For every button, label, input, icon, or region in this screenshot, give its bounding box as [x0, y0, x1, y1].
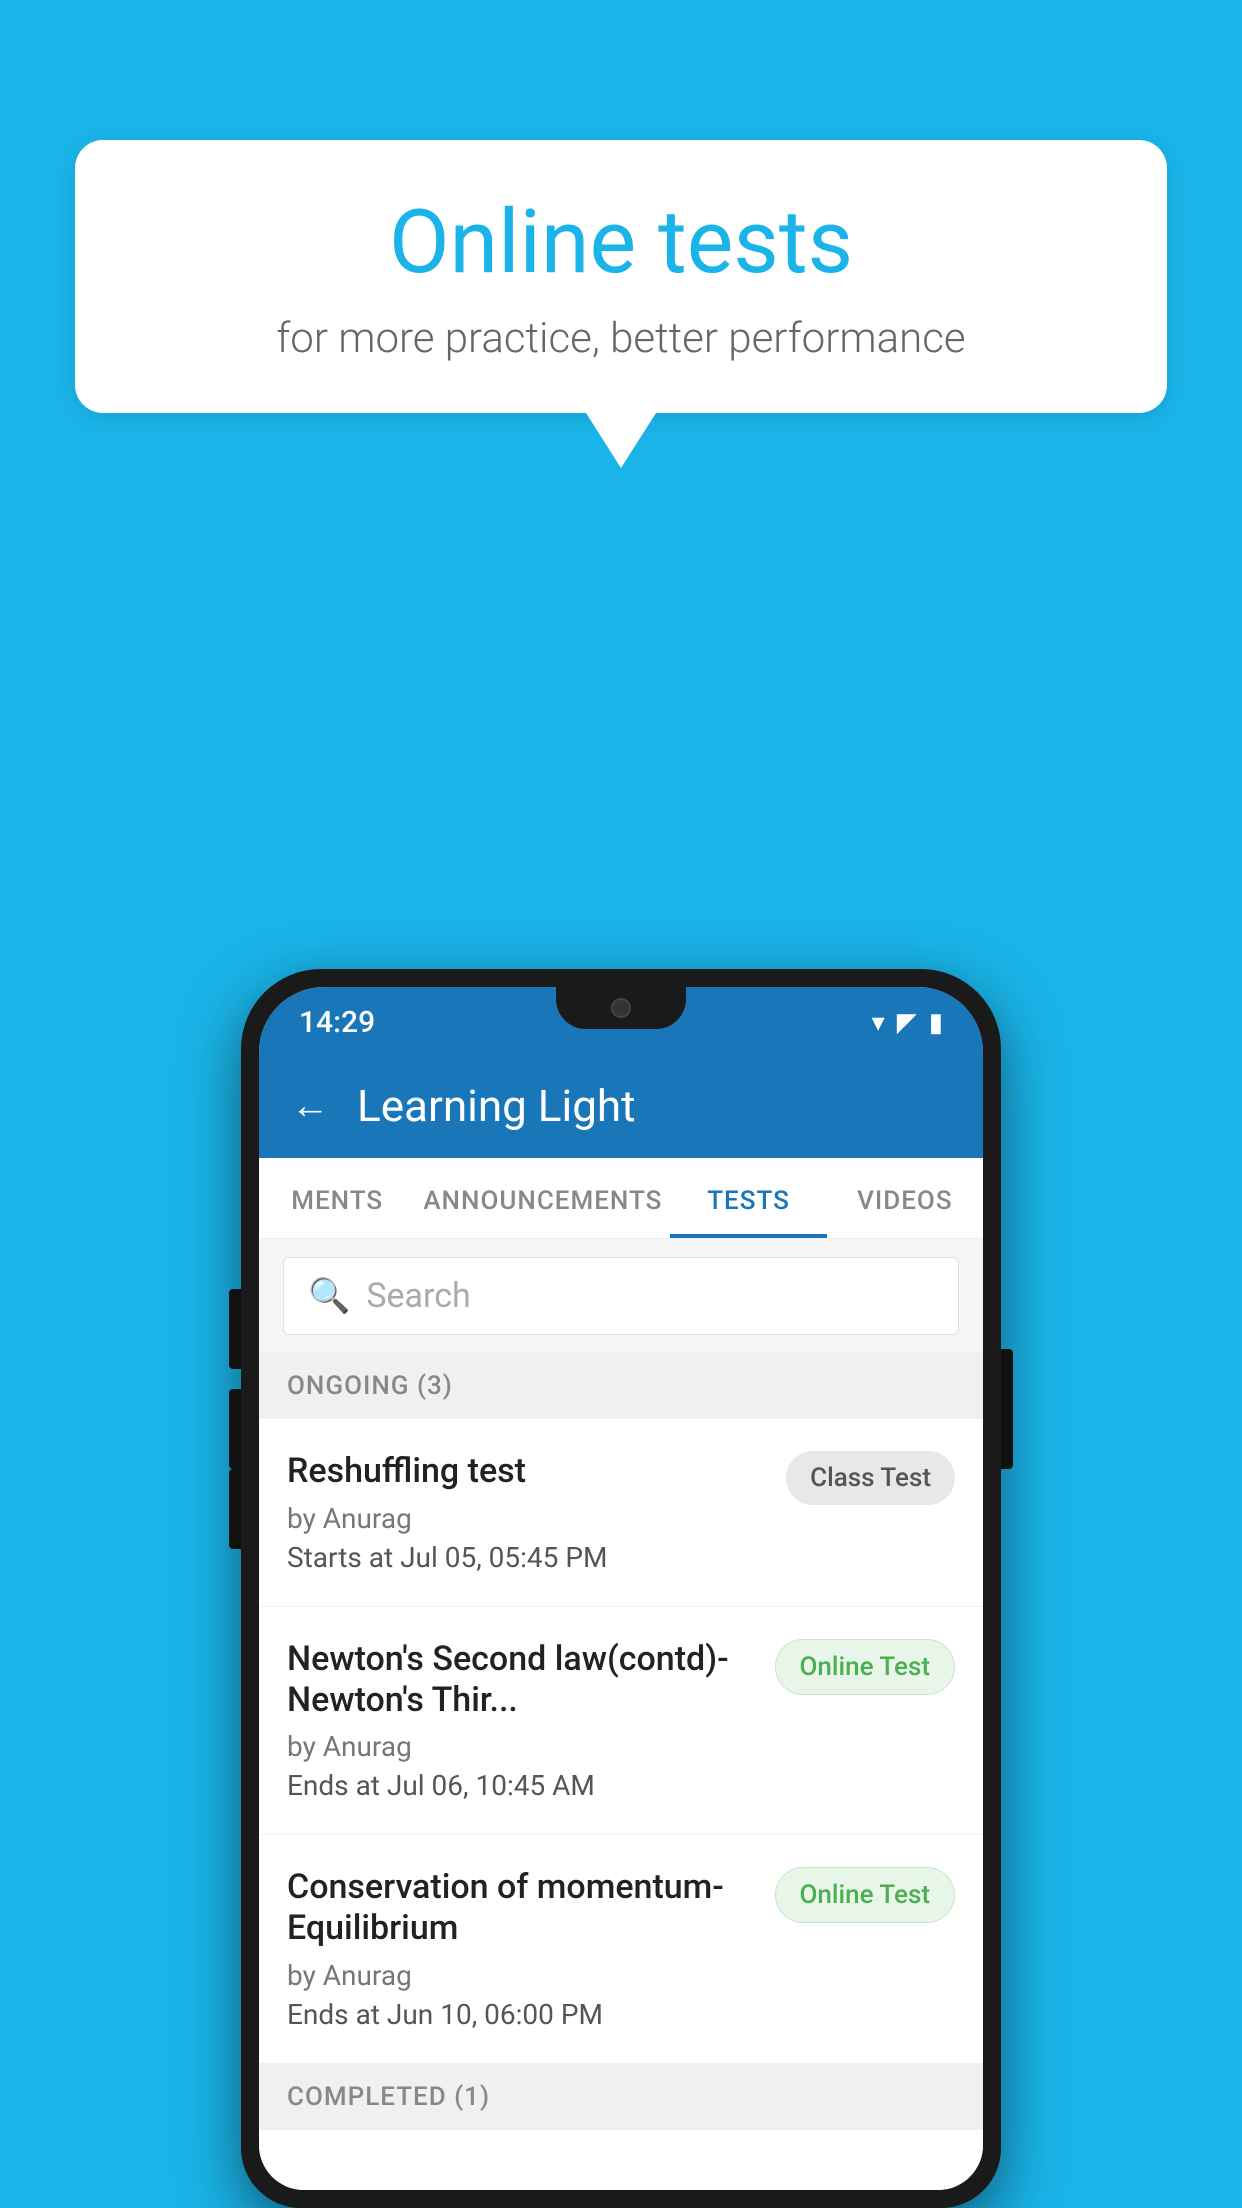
signal-icon: ◤ [897, 1008, 917, 1038]
test-info-2: Newton's Second law(contd)-Newton's Thir… [287, 1639, 775, 1803]
test-info-3: Conservation of momentum-Equilibrium by … [287, 1867, 775, 2031]
speech-bubble: Online tests for more practice, better p… [75, 140, 1167, 413]
badge-online-3: Online Test [775, 1867, 956, 1923]
test-name-2: Newton's Second law(contd)-Newton's Thir… [287, 1639, 755, 1721]
app-bar: ← Learning Light [259, 1054, 983, 1158]
test-author-1: by Anurag [287, 1502, 766, 1535]
completed-section-header: COMPLETED (1) [259, 2064, 983, 2130]
status-icons: ▾ ◤ ▮ [872, 1008, 943, 1038]
badge-online-2: Online Test [775, 1639, 956, 1695]
test-date-3: Ends at Jun 10, 06:00 PM [287, 1998, 755, 2031]
test-name-3: Conservation of momentum-Equilibrium [287, 1867, 755, 1949]
phone: 14:29 ▾ ◤ ▮ ← Learning Light MENTS ANNOU… [241, 969, 1001, 2208]
tab-tests[interactable]: TESTS [670, 1158, 826, 1238]
search-bar[interactable]: 🔍 Search [283, 1257, 959, 1335]
phone-screen: 14:29 ▾ ◤ ▮ ← Learning Light MENTS ANNOU… [259, 987, 983, 2190]
test-info-1: Reshuffling test by Anurag Starts at Jul… [287, 1451, 786, 1574]
tab-ments[interactable]: MENTS [259, 1158, 415, 1238]
test-date-1: Starts at Jul 05, 05:45 PM [287, 1541, 766, 1574]
test-date-2: Ends at Jul 06, 10:45 AM [287, 1769, 755, 1802]
completed-label: COMPLETED (1) [287, 2082, 490, 2112]
ongoing-section-header: ONGOING (3) [259, 1353, 983, 1419]
tabs-bar: MENTS ANNOUNCEMENTS TESTS VIDEOS [259, 1158, 983, 1239]
wifi-icon: ▾ [872, 1008, 885, 1038]
test-name-1: Reshuffling test [287, 1451, 766, 1492]
ongoing-label: ONGOING (3) [287, 1371, 453, 1401]
status-time: 14:29 [299, 1005, 375, 1040]
test-item-2[interactable]: Newton's Second law(contd)-Newton's Thir… [259, 1607, 983, 1836]
test-item-1[interactable]: Reshuffling test by Anurag Starts at Jul… [259, 1419, 983, 1607]
app-title: Learning Light [357, 1080, 636, 1132]
test-item-3[interactable]: Conservation of momentum-Equilibrium by … [259, 1835, 983, 2064]
tab-videos[interactable]: VIDEOS [827, 1158, 983, 1238]
notch [556, 987, 686, 1029]
speech-bubble-subtitle: for more practice, better performance [135, 314, 1107, 363]
badge-class-1: Class Test [786, 1451, 955, 1505]
test-author-2: by Anurag [287, 1730, 755, 1763]
battery-icon: ▮ [929, 1008, 943, 1038]
phone-bottom [259, 2130, 983, 2190]
test-author-3: by Anurag [287, 1959, 755, 1992]
speech-bubble-tail [586, 413, 656, 468]
search-input[interactable]: Search [366, 1276, 470, 1316]
phone-wrapper: 14:29 ▾ ◤ ▮ ← Learning Light MENTS ANNOU… [241, 969, 1001, 2208]
back-button[interactable]: ← [291, 1084, 329, 1128]
speech-bubble-title: Online tests [135, 195, 1107, 292]
search-container: 🔍 Search [259, 1239, 983, 1353]
camera-dot [611, 998, 631, 1018]
status-bar: 14:29 ▾ ◤ ▮ [259, 987, 983, 1054]
tab-announcements[interactable]: ANNOUNCEMENTS [415, 1158, 670, 1238]
search-icon: 🔍 [308, 1276, 350, 1316]
speech-bubble-area: Online tests for more practice, better p… [75, 140, 1167, 468]
